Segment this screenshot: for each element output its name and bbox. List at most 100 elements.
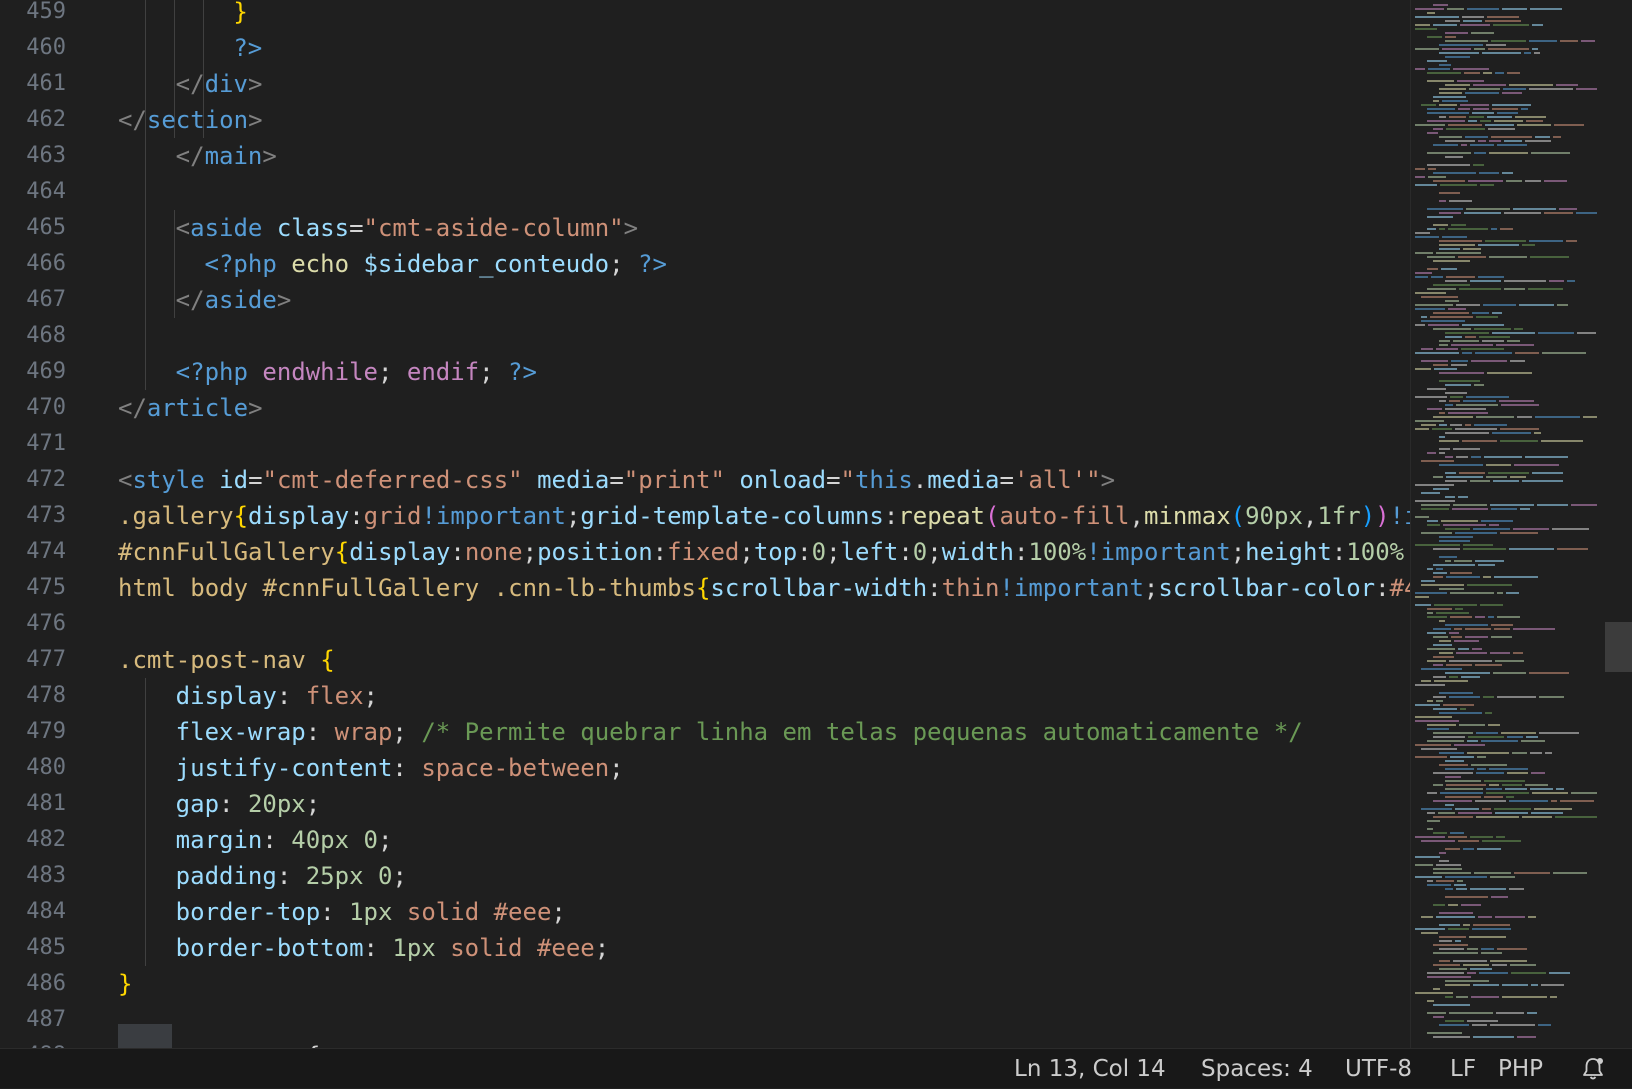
code-token: 40px [291,826,350,854]
code-line[interactable]: #cnnFullGallery{display:none;position:fi… [118,534,1404,570]
code-line[interactable]: </main> [176,138,277,174]
minimap-line [1433,1036,1470,1038]
language-mode-status[interactable]: PHP [1498,1049,1543,1089]
code-line[interactable]: border-top: 1px solid #eee; [176,894,566,930]
code-line[interactable]: ?> [233,30,262,66]
minimap-line [1445,876,1487,878]
code-line[interactable]: .cmt-post-nav { [118,642,335,678]
line-number: 459 [26,0,66,24]
code-line[interactable]: margin: 40px 0; [176,822,393,858]
minimap-line [1504,280,1546,282]
minimap-line [1463,848,1474,850]
code-line[interactable]: </div> [176,66,263,102]
minimap-line [1486,792,1529,794]
minimap-line [1484,456,1522,458]
code-line[interactable]: } [118,966,132,1002]
minimap-line [1427,728,1449,730]
minimap-line [1421,680,1431,682]
minimap-line [1433,1016,1444,1018]
minimap-line [1473,924,1510,926]
minimap-line [1475,352,1512,354]
minimap-line [1427,164,1470,166]
code-token: flex-wrap [175,718,306,746]
minimap-line [1477,848,1501,850]
minimap-line [1472,312,1489,314]
minimap-line [1427,80,1454,82]
code-area[interactable]: } ?> </div> </section> </main> <aside class="… [118,0,1410,1048]
code-line[interactable]: <style id="cmt-deferred-css" media="prin… [118,462,1115,498]
code-editor[interactable]: 459 460 461 462 463 464 465 466 467 468 469 470 471 4… [0,0,1410,1048]
line-ending-status[interactable]: LF [1450,1049,1476,1089]
minimap-line [1496,1012,1524,1014]
minimap-line [1421,584,1464,586]
code-line[interactable]: <?php endwhile; endif; ?> [176,354,537,390]
code-line[interactable]: gap: 20px; [176,786,321,822]
code-token: repeat [898,502,985,530]
minimap-line [1433,944,1468,946]
encoding-status[interactable]: UTF-8 [1345,1049,1412,1089]
code-line[interactable]: padding: 25px 0; [176,858,407,894]
code-line[interactable]: display: flex; [176,678,378,714]
code-line[interactable]: </section> [118,102,263,138]
minimap-line [1554,124,1584,126]
minimap-line [1439,92,1462,94]
minimap-line [1415,232,1430,234]
code-line[interactable]: html body #cnnFullGallery .cnn-lb-thumbs… [118,570,1410,606]
minimap-line [1443,704,1474,706]
minimap-line [1509,548,1554,550]
minimap-line [1439,464,1483,466]
line-number: 467 [26,287,66,312]
minimap-line [1427,288,1456,290]
code-line[interactable]: <?php echo $sidebar_conteudo; ?> [205,246,667,282]
minimap-line [1433,24,1457,26]
minimap-line [1463,544,1493,546]
bell-icon[interactable] [1580,1056,1606,1082]
minimap-line [1415,484,1454,486]
vertical-scrollbar-thumb[interactable] [1605,622,1632,672]
minimap-line [1502,92,1522,94]
code-line[interactable]: .gallery{display:grid!important;grid-tem… [118,498,1410,534]
line-number: 479 [26,719,66,744]
code-line[interactable]: </aside> [176,282,292,318]
minimap-line [1445,156,1463,158]
minimap-line [1510,964,1536,966]
minimap-line [1415,592,1447,594]
indentation-status[interactable]: Spaces: 4 [1201,1049,1313,1089]
code-line[interactable]: justify-content: space-between; [176,750,624,786]
minimap-line [1439,968,1467,970]
minimap-line [1427,724,1456,726]
minimap-line [1433,564,1475,566]
minimap-line [1467,740,1478,742]
minimap-line [1462,324,1504,326]
code-token: ; [363,682,378,710]
code-line[interactable]: <aside class="cmt-aside-column"> [176,210,638,246]
minimap-line [1490,504,1534,506]
code-line[interactable]: flex-wrap: wrap; /* Permite quebrar linh… [176,714,1303,750]
minimap-line [1472,648,1482,650]
minimap[interactable] [1410,0,1603,1048]
minimap-line [1415,24,1430,26]
minimap-line [1448,228,1488,230]
code-token: , [1302,502,1318,530]
minimap-line [1474,48,1485,50]
minimap-line [1474,872,1511,874]
code-token: flex [305,682,364,710]
minimap-line [1448,124,1482,126]
code-line[interactable]: </article> [118,390,263,426]
minimap-line [1445,888,1453,890]
code-line[interactable]: } [233,0,247,30]
code-token: : [1013,538,1029,566]
code-token: ) [1360,502,1376,530]
minimap-line [1501,404,1539,406]
code-token: $sidebar_conteudo [363,250,610,278]
minimap-line [1453,448,1480,450]
line-number: 476 [26,611,66,636]
cursor-position-status[interactable]: Ln 13, Col 14 [1014,1049,1166,1089]
minimap-line [1439,424,1447,426]
minimap-line [1476,772,1504,774]
code-token: fixed [667,538,740,566]
minimap-line [1439,52,1479,54]
code-line[interactable]: border-bottom: 1px solid #eee; [176,930,610,966]
minimap-line [1458,648,1469,650]
code-token: echo [291,250,350,278]
